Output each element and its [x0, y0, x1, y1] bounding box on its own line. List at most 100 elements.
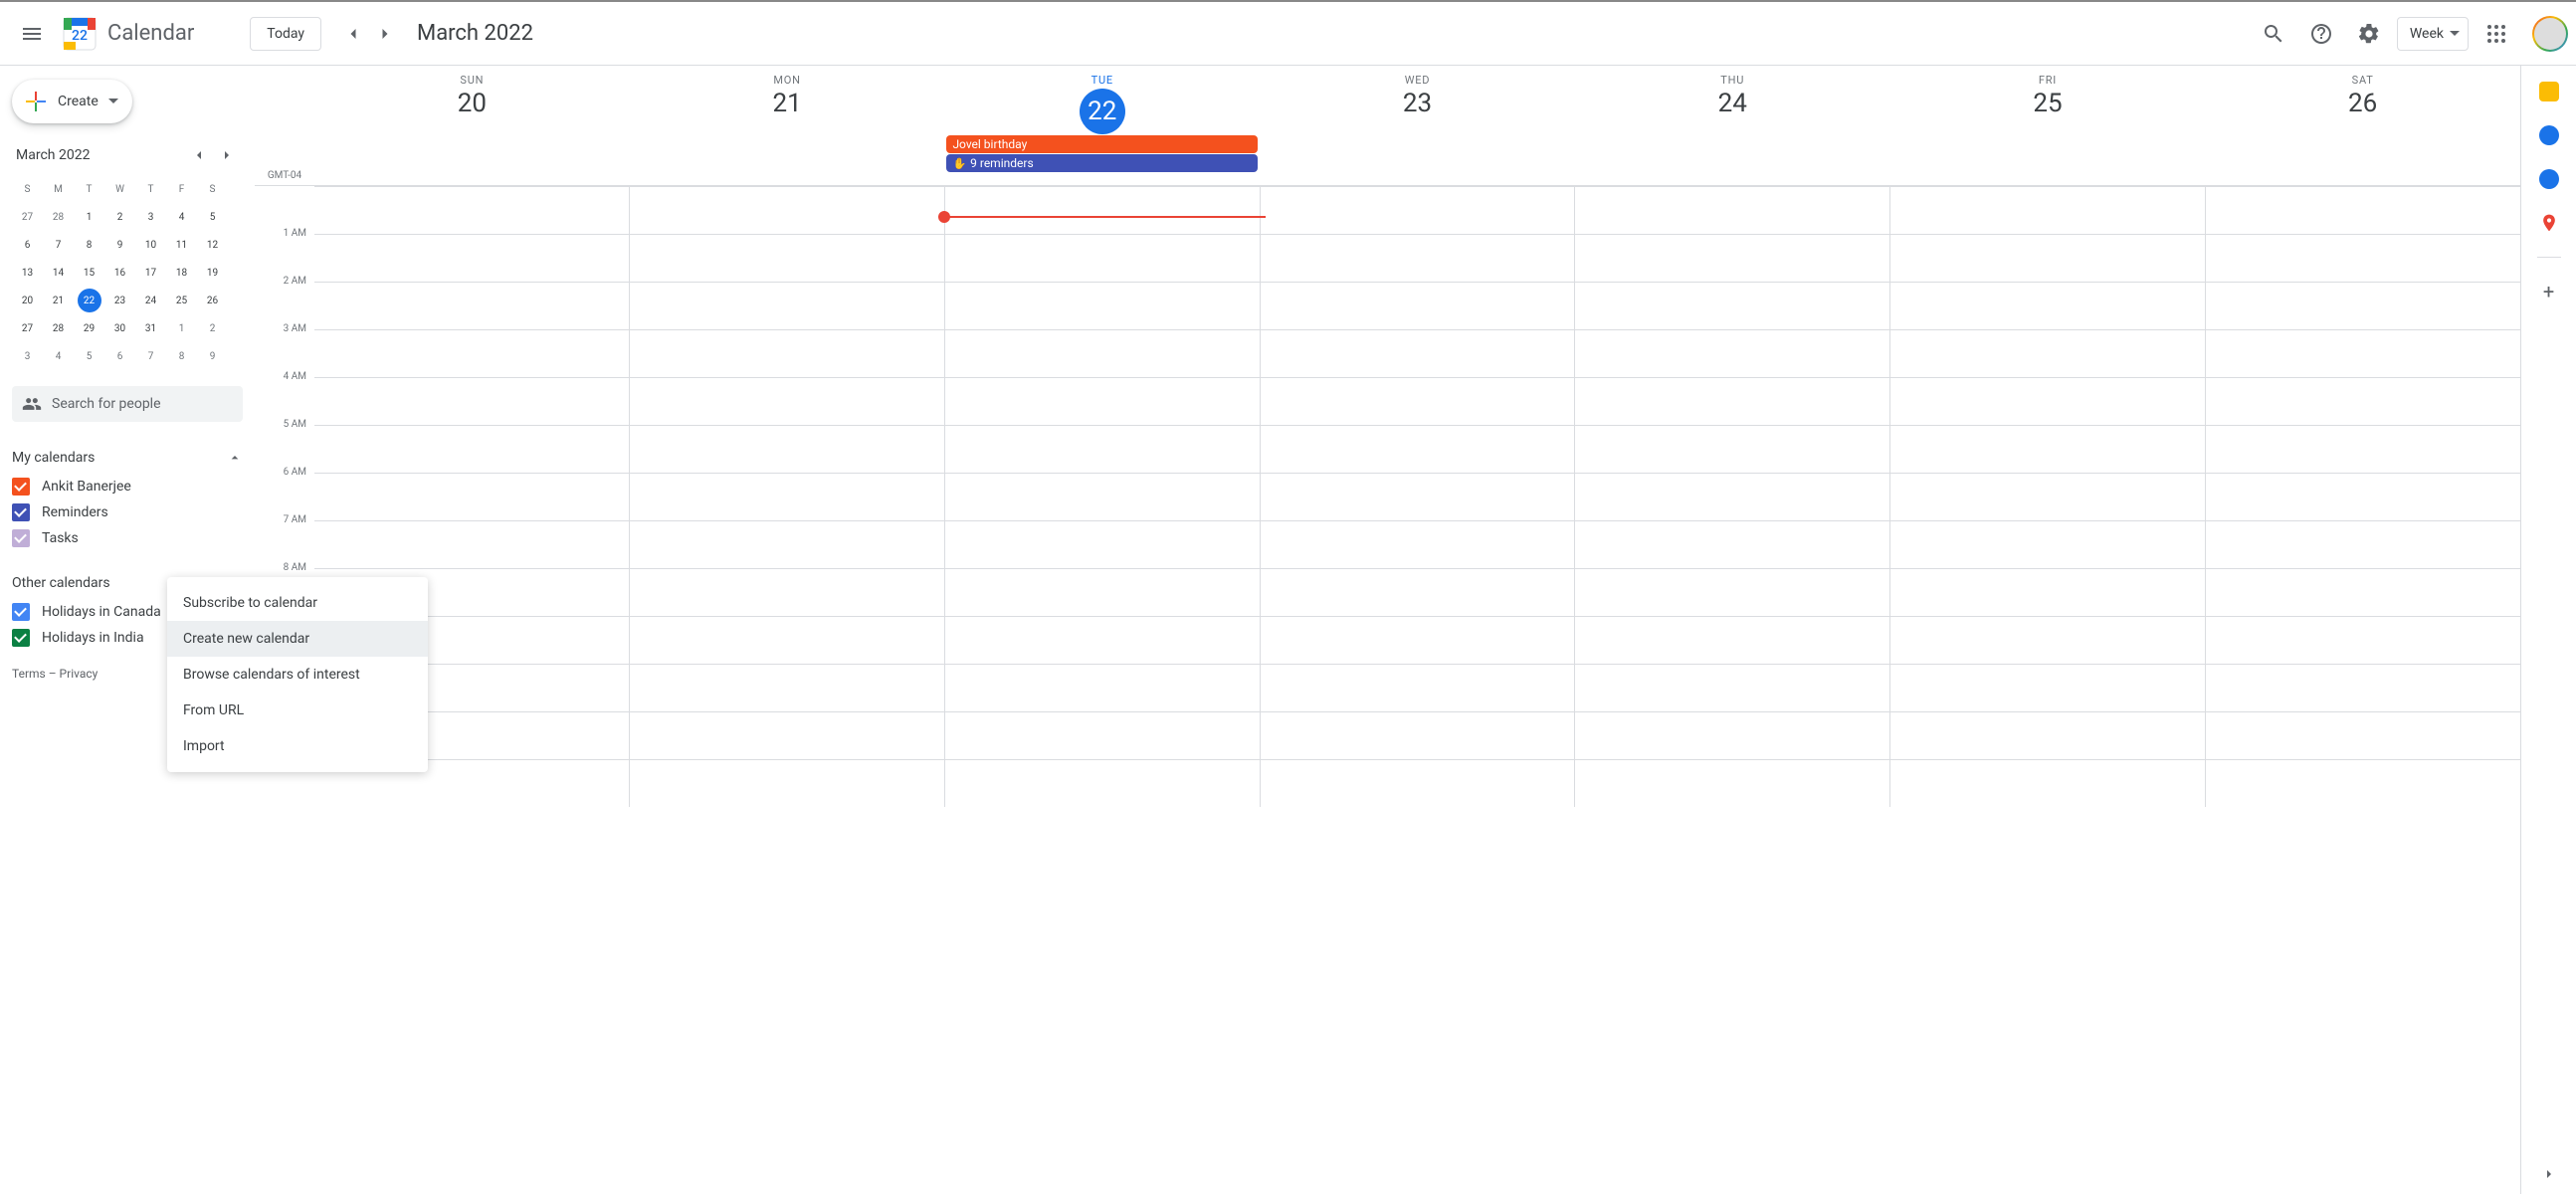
time-cell[interactable] [1889, 569, 2205, 616]
next-period-button[interactable] [369, 18, 401, 50]
mini-day[interactable]: 30 [104, 314, 135, 342]
time-cell[interactable] [314, 378, 629, 425]
contacts-icon[interactable] [2539, 169, 2559, 189]
mini-day[interactable]: 7 [135, 342, 166, 370]
mini-day[interactable]: 4 [166, 203, 197, 231]
time-cell[interactable] [944, 521, 1260, 568]
mini-day[interactable]: 5 [74, 342, 104, 370]
settings-button[interactable] [2349, 14, 2389, 54]
help-button[interactable] [2301, 14, 2341, 54]
time-cell[interactable] [314, 521, 629, 568]
time-cell[interactable] [629, 617, 944, 664]
calendar-checkbox[interactable] [12, 603, 30, 621]
time-cell[interactable] [1574, 474, 1889, 520]
mini-day[interactable]: 21 [43, 287, 74, 314]
mini-day[interactable]: 28 [43, 314, 74, 342]
mini-day[interactable]: 14 [43, 259, 74, 287]
mini-day[interactable]: 9 [104, 231, 135, 259]
time-cell[interactable] [1574, 235, 1889, 282]
time-cell[interactable] [629, 187, 944, 234]
time-cell[interactable] [1260, 330, 1575, 377]
google-apps-button[interactable] [2477, 14, 2516, 54]
mini-day[interactable]: 7 [43, 231, 74, 259]
calendar-checkbox[interactable] [12, 478, 30, 496]
allday-event[interactable]: ✋9 reminders [946, 154, 1258, 172]
time-cell[interactable] [629, 378, 944, 425]
mini-day[interactable]: 27 [12, 203, 43, 231]
time-cell[interactable] [944, 330, 1260, 377]
time-cell[interactable] [629, 760, 944, 807]
time-cell[interactable] [1574, 521, 1889, 568]
mini-day[interactable]: 31 [135, 314, 166, 342]
calendar-item[interactable]: Reminders [12, 503, 243, 521]
menu-item[interactable]: Create new calendar [167, 621, 428, 657]
time-cell[interactable] [944, 187, 1260, 234]
time-cell[interactable] [1260, 474, 1575, 520]
time-cell[interactable] [1889, 474, 2205, 520]
time-cell[interactable] [629, 569, 944, 616]
time-cell[interactable] [1889, 187, 2205, 234]
time-cell[interactable] [1889, 712, 2205, 759]
mini-day[interactable]: 15 [74, 259, 104, 287]
view-selector[interactable]: Week [2397, 17, 2469, 51]
mini-day[interactable]: 10 [135, 231, 166, 259]
mini-day[interactable]: 24 [135, 287, 166, 314]
time-cell[interactable] [2205, 330, 2520, 377]
time-cell[interactable] [2205, 569, 2520, 616]
time-cell[interactable] [1574, 187, 1889, 234]
mini-prev-button[interactable] [187, 143, 211, 167]
time-cell[interactable] [1574, 378, 1889, 425]
calendar-item[interactable]: Ankit Banerjee [12, 478, 243, 496]
time-cell[interactable] [629, 521, 944, 568]
menu-item[interactable]: Import [167, 728, 428, 764]
mini-day[interactable]: 6 [12, 231, 43, 259]
time-cell[interactable] [2205, 378, 2520, 425]
time-cell[interactable] [944, 378, 1260, 425]
time-cell[interactable] [1260, 378, 1575, 425]
time-cell[interactable] [629, 283, 944, 329]
time-cell[interactable] [1574, 665, 1889, 711]
mini-day[interactable]: 8 [74, 231, 104, 259]
time-cell[interactable] [1260, 426, 1575, 473]
calendar-checkbox[interactable] [12, 529, 30, 547]
time-cell[interactable] [944, 235, 1260, 282]
time-cell[interactable] [1574, 569, 1889, 616]
mini-next-button[interactable] [215, 143, 239, 167]
main-menu-button[interactable] [8, 10, 56, 58]
allday-event[interactable]: Jovel birthday [946, 135, 1258, 153]
menu-item[interactable]: From URL [167, 693, 428, 728]
my-calendars-toggle[interactable]: My calendars [12, 446, 243, 470]
time-cell[interactable] [629, 426, 944, 473]
time-cell[interactable] [944, 617, 1260, 664]
maps-icon[interactable] [2539, 213, 2559, 233]
today-button[interactable]: Today [250, 17, 321, 51]
time-cell[interactable] [1260, 665, 1575, 711]
time-cell[interactable] [1574, 712, 1889, 759]
mini-day[interactable]: 23 [104, 287, 135, 314]
mini-day[interactable]: 16 [104, 259, 135, 287]
time-cell[interactable] [1260, 712, 1575, 759]
day-header[interactable]: TUE22Jovel birthday✋9 reminders [944, 66, 1260, 185]
time-cell[interactable] [1574, 283, 1889, 329]
mini-day[interactable]: 3 [12, 342, 43, 370]
tasks-icon[interactable] [2539, 125, 2559, 145]
time-cell[interactable] [1260, 569, 1575, 616]
time-cell[interactable] [1889, 665, 2205, 711]
time-cell[interactable] [314, 187, 629, 234]
time-cell[interactable] [314, 426, 629, 473]
mini-day[interactable]: 27 [12, 314, 43, 342]
keep-icon[interactable] [2539, 82, 2559, 101]
mini-day[interactable]: 28 [43, 203, 74, 231]
mini-day[interactable]: 8 [166, 342, 197, 370]
time-cell[interactable] [2205, 426, 2520, 473]
mini-day[interactable]: 3 [135, 203, 166, 231]
time-cell[interactable] [2205, 617, 2520, 664]
mini-day[interactable]: 1 [74, 203, 104, 231]
day-header[interactable]: MON21 [630, 66, 945, 185]
time-cell[interactable] [1889, 330, 2205, 377]
time-cell[interactable] [944, 665, 1260, 711]
time-cell[interactable] [2205, 187, 2520, 234]
mini-day[interactable]: 20 [12, 287, 43, 314]
prev-period-button[interactable] [337, 18, 369, 50]
time-cell[interactable] [314, 474, 629, 520]
